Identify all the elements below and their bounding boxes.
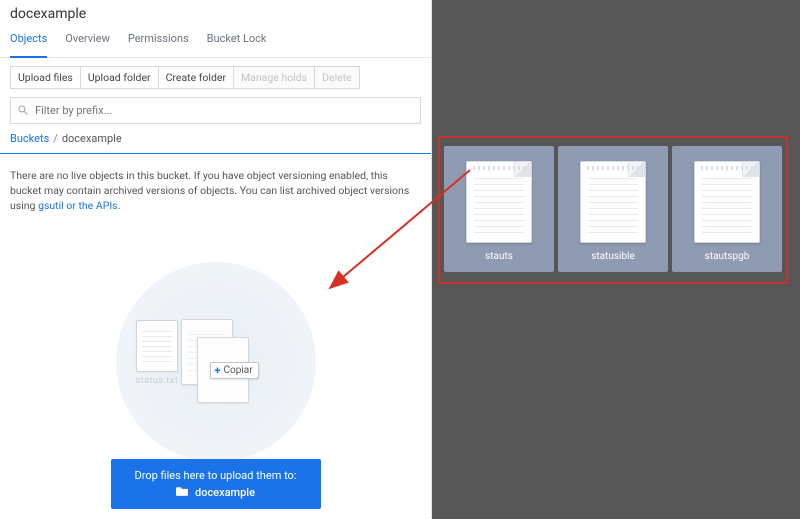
copy-tooltip: + Copiar <box>210 362 259 379</box>
drag-ghost-label: status.txt <box>136 376 179 386</box>
tab-bucket-lock[interactable]: Bucket Lock <box>207 32 267 51</box>
gsutil-link[interactable]: gsutil or the APIs. <box>38 199 120 212</box>
manage-holds-button: Manage holds <box>234 66 315 89</box>
desktop-file[interactable]: statusible <box>558 146 668 272</box>
tab-permissions[interactable]: Permissions <box>128 32 189 51</box>
breadcrumb: Buckets/docexample <box>0 130 431 153</box>
desktop-file[interactable]: stauts <box>444 146 554 272</box>
desktop-area: stauts statusible stautspgb <box>432 0 800 519</box>
create-folder-button[interactable]: Create folder <box>159 66 234 89</box>
plus-icon: + <box>215 365 221 376</box>
document-icon <box>466 161 532 243</box>
upload-banner: Drop files here to upload them to: docex… <box>111 459 321 509</box>
bucket-title: docexample <box>10 6 421 22</box>
document-icon <box>694 161 760 243</box>
storage-panel: docexample Objects Overview Permissions … <box>0 0 432 519</box>
upload-folder-button[interactable]: Upload folder <box>81 66 159 89</box>
desktop-file[interactable]: stautspgb <box>672 146 782 272</box>
folder-icon <box>176 485 189 499</box>
drag-ghost-icon <box>136 320 178 372</box>
toolbar: Upload files Upload folder Create folder… <box>0 58 431 97</box>
tab-objects[interactable]: Objects <box>10 32 47 58</box>
document-icon <box>580 161 646 243</box>
delete-button: Delete <box>315 66 360 89</box>
tabs: Objects Overview Permissions Bucket Lock <box>0 24 431 58</box>
crumb-root[interactable]: Buckets <box>10 132 49 145</box>
tab-overview[interactable]: Overview <box>65 32 110 51</box>
filter-input[interactable] <box>35 104 414 117</box>
upload-files-button[interactable]: Upload files <box>10 66 81 89</box>
search-icon <box>17 101 29 120</box>
crumb-current: docexample <box>62 132 122 145</box>
empty-info: There are no live objects in this bucket… <box>0 154 431 218</box>
filter-box[interactable] <box>10 97 421 124</box>
